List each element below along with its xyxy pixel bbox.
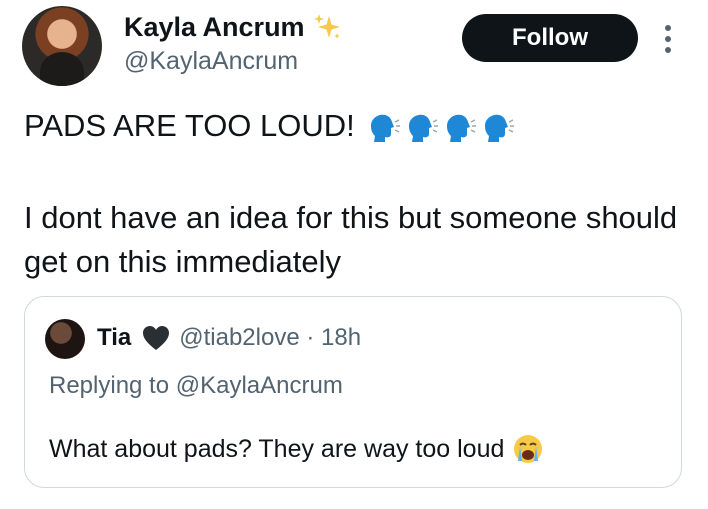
- follow-button[interactable]: Follow: [462, 14, 638, 62]
- loudly-crying-face-icon: [514, 435, 543, 463]
- author-display-name[interactable]: Kayla Ancrum: [124, 10, 305, 44]
- quoted-tweet-text: What about pads? They are way too loud: [49, 431, 544, 467]
- quoted-author-avatar[interactable]: [45, 319, 85, 359]
- speaking-head-icon: [370, 114, 400, 142]
- black-heart-icon: [143, 326, 170, 350]
- sparkles-icon: [313, 14, 340, 39]
- speaking-head-group: [365, 106, 515, 146]
- quoted-author-name[interactable]: Tia: [97, 321, 131, 355]
- author-name-row: Kayla Ancrum: [124, 10, 343, 44]
- quoted-tweet-body: What about pads? They are way too loud: [49, 435, 505, 463]
- quoted-tweet-card[interactable]: Tia @tiab2love · 18h Replying to @KaylaA…: [24, 296, 682, 488]
- tweet-text-line2: I dont have an idea for this but someone…: [24, 200, 678, 279]
- author-avatar[interactable]: [22, 6, 102, 86]
- quoted-author-handle-time: @tiab2love · 18h: [179, 324, 362, 351]
- speaking-head-icon: [484, 114, 514, 142]
- replying-to-text: Replying to @KaylaAncrum: [49, 372, 343, 399]
- more-options-icon[interactable]: [662, 22, 674, 56]
- author-handle[interactable]: @KaylaAncrum: [124, 44, 298, 78]
- quoted-tweet-header: Tia @tiab2love · 18h: [97, 321, 361, 355]
- tweet-headline: PADS ARE TOO LOUD!: [24, 108, 355, 143]
- tweet-text-line1: PADS ARE TOO LOUD!: [24, 104, 515, 148]
- speaking-head-icon: [408, 114, 438, 142]
- speaking-head-icon: [446, 114, 476, 142]
